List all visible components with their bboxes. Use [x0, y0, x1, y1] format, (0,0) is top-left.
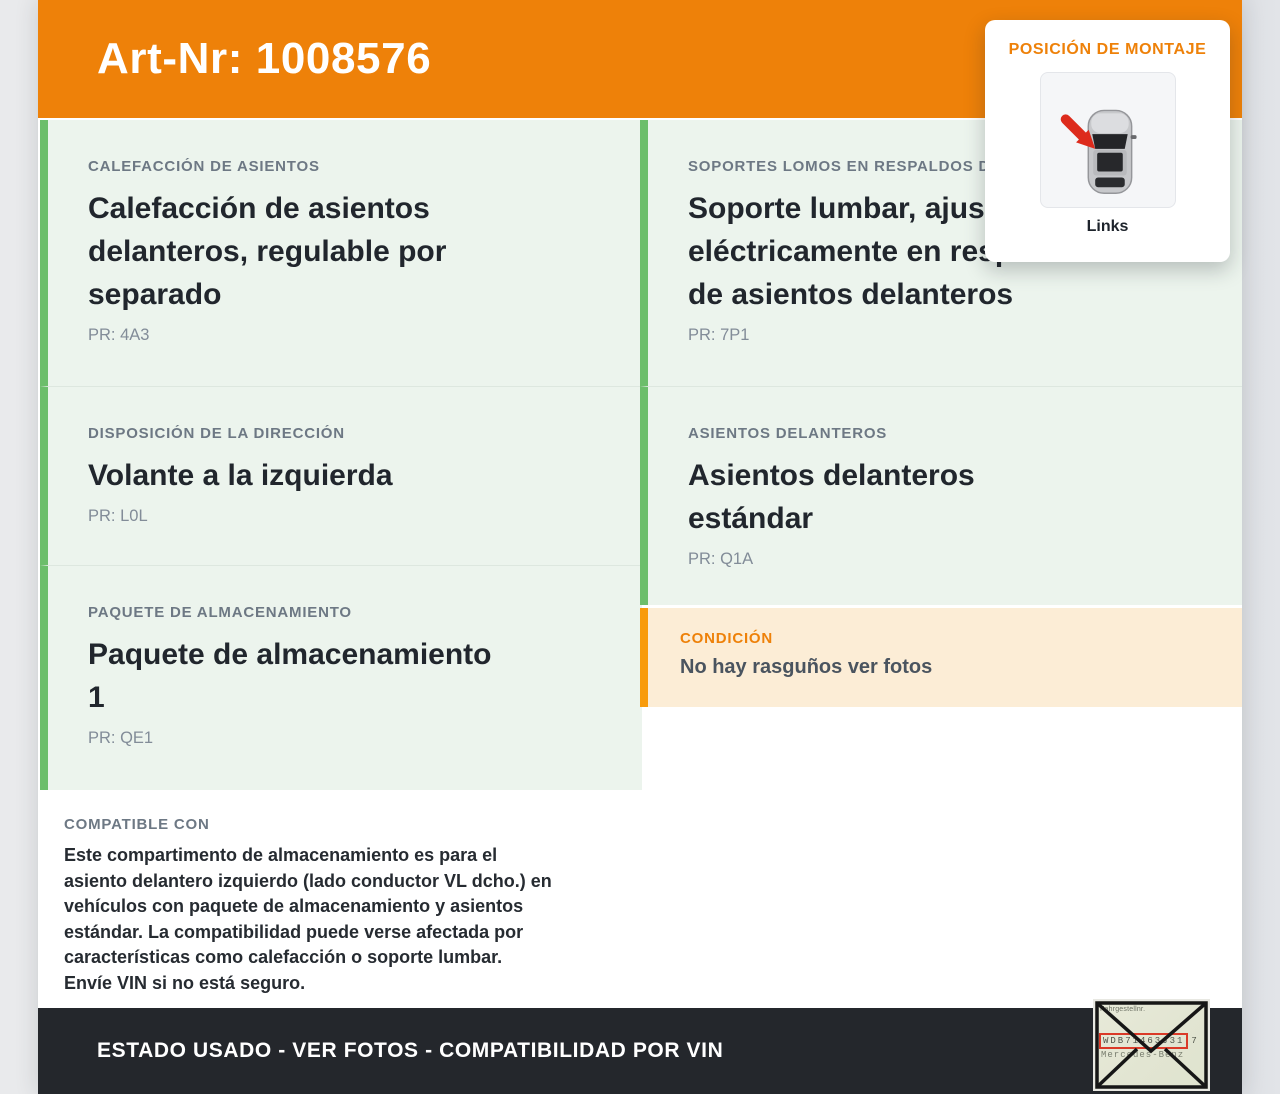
- compatibility-text-line: vehículos con paquete de almacenamiento …: [64, 894, 634, 920]
- footer-banner: ESTADO USADO - VER FOTOS - COMPATIBILIDA…: [38, 1008, 1242, 1094]
- pr-code: PR: 7P1: [688, 326, 1204, 345]
- mounting-position-card: POSICIÓN DE MONTAJE Links: [985, 20, 1230, 262]
- envelope-icon: [1095, 1001, 1208, 1089]
- compatibility-text-line: estándar. La compatibilidad puede verse …: [64, 920, 634, 946]
- listing-infographic: Art-Nr: 1008576 CALEFACCIÓN DE ASIENTOS …: [0, 0, 1280, 1094]
- feature-title-line: 1: [88, 676, 604, 719]
- feature-title: Volante a la izquierda: [88, 454, 604, 497]
- feature-title: Calefacción de asientos delanteros, regu…: [88, 187, 604, 316]
- feature-title-line: separado: [88, 273, 604, 316]
- feature-title: Paquete de almacenamiento 1: [88, 633, 604, 719]
- condition-card: CONDICIÓN No hay rasguños ver fotos: [640, 608, 1242, 707]
- feature-title-line: Asientos delanteros: [688, 454, 1204, 497]
- mounting-position-value: Links: [985, 218, 1230, 236]
- feature-label: ASIENTOS DELANTEROS: [688, 425, 1204, 442]
- feature-card-seat-heating: CALEFACCIÓN DE ASIENTOS Calefacción de a…: [40, 120, 642, 387]
- footer-text: ESTADO USADO - VER FOTOS - COMPATIBILIDA…: [97, 1039, 723, 1063]
- feature-label: CALEFACCIÓN DE ASIENTOS: [88, 158, 604, 175]
- feature-label: DISPOSICIÓN DE LA DIRECCIÓN: [88, 425, 604, 442]
- mounting-position-image-frame: [1040, 72, 1176, 208]
- compatibility-text-line: características como calefacción o sopor…: [64, 945, 634, 971]
- pr-code: PR: Q1A: [688, 550, 1204, 569]
- compatibility-text-line: Envíe VIN si no está seguro.: [64, 971, 634, 997]
- article-number-title: Art-Nr: 1008576: [97, 34, 431, 84]
- compatibility-label: COMPATIBLE CON: [64, 816, 634, 833]
- feature-card-steering: DISPOSICIÓN DE LA DIRECCIÓN Volante a la…: [40, 387, 642, 566]
- pr-code: PR: 4A3: [88, 326, 604, 345]
- feature-title-line: de asientos delanteros: [688, 273, 1204, 316]
- condition-text: No hay rasguños ver fotos: [680, 656, 1204, 679]
- feature-title-line: Volante a la izquierda: [88, 454, 604, 497]
- feature-label: PAQUETE DE ALMACENAMIENTO: [88, 604, 604, 621]
- feature-title: Asientos delanteros estándar: [688, 454, 1204, 540]
- condition-label: CONDICIÓN: [680, 630, 1204, 647]
- feature-title-line: delanteros, regulable por: [88, 230, 604, 273]
- feature-title-line: estándar: [688, 497, 1204, 540]
- registration-document-thumbnail: Fahrgestellnr. WDB71463J31 7 Mercedes-Be…: [1093, 999, 1210, 1091]
- pr-code: PR: QE1: [88, 729, 604, 748]
- compatibility-text-line: Este compartimento de almacenamiento es …: [64, 843, 634, 869]
- pr-code: PR: L0L: [88, 507, 604, 526]
- mounting-position-label: POSICIÓN DE MONTAJE: [985, 41, 1230, 59]
- feature-title-line: Calefacción de asientos: [88, 187, 604, 230]
- feature-card-front-seats: ASIENTOS DELANTEROS Asientos delanteros …: [640, 387, 1242, 605]
- car-top-view-icon: [1041, 73, 1175, 207]
- compatibility-card: COMPATIBLE CON Este compartimento de alm…: [40, 790, 642, 1008]
- compatibility-text-line: asiento delantero izquierdo (lado conduc…: [64, 869, 634, 895]
- feature-title-line: Paquete de almacenamiento: [88, 633, 604, 676]
- feature-card-storage-package: PAQUETE DE ALMACENAMIENTO Paquete de alm…: [40, 566, 642, 790]
